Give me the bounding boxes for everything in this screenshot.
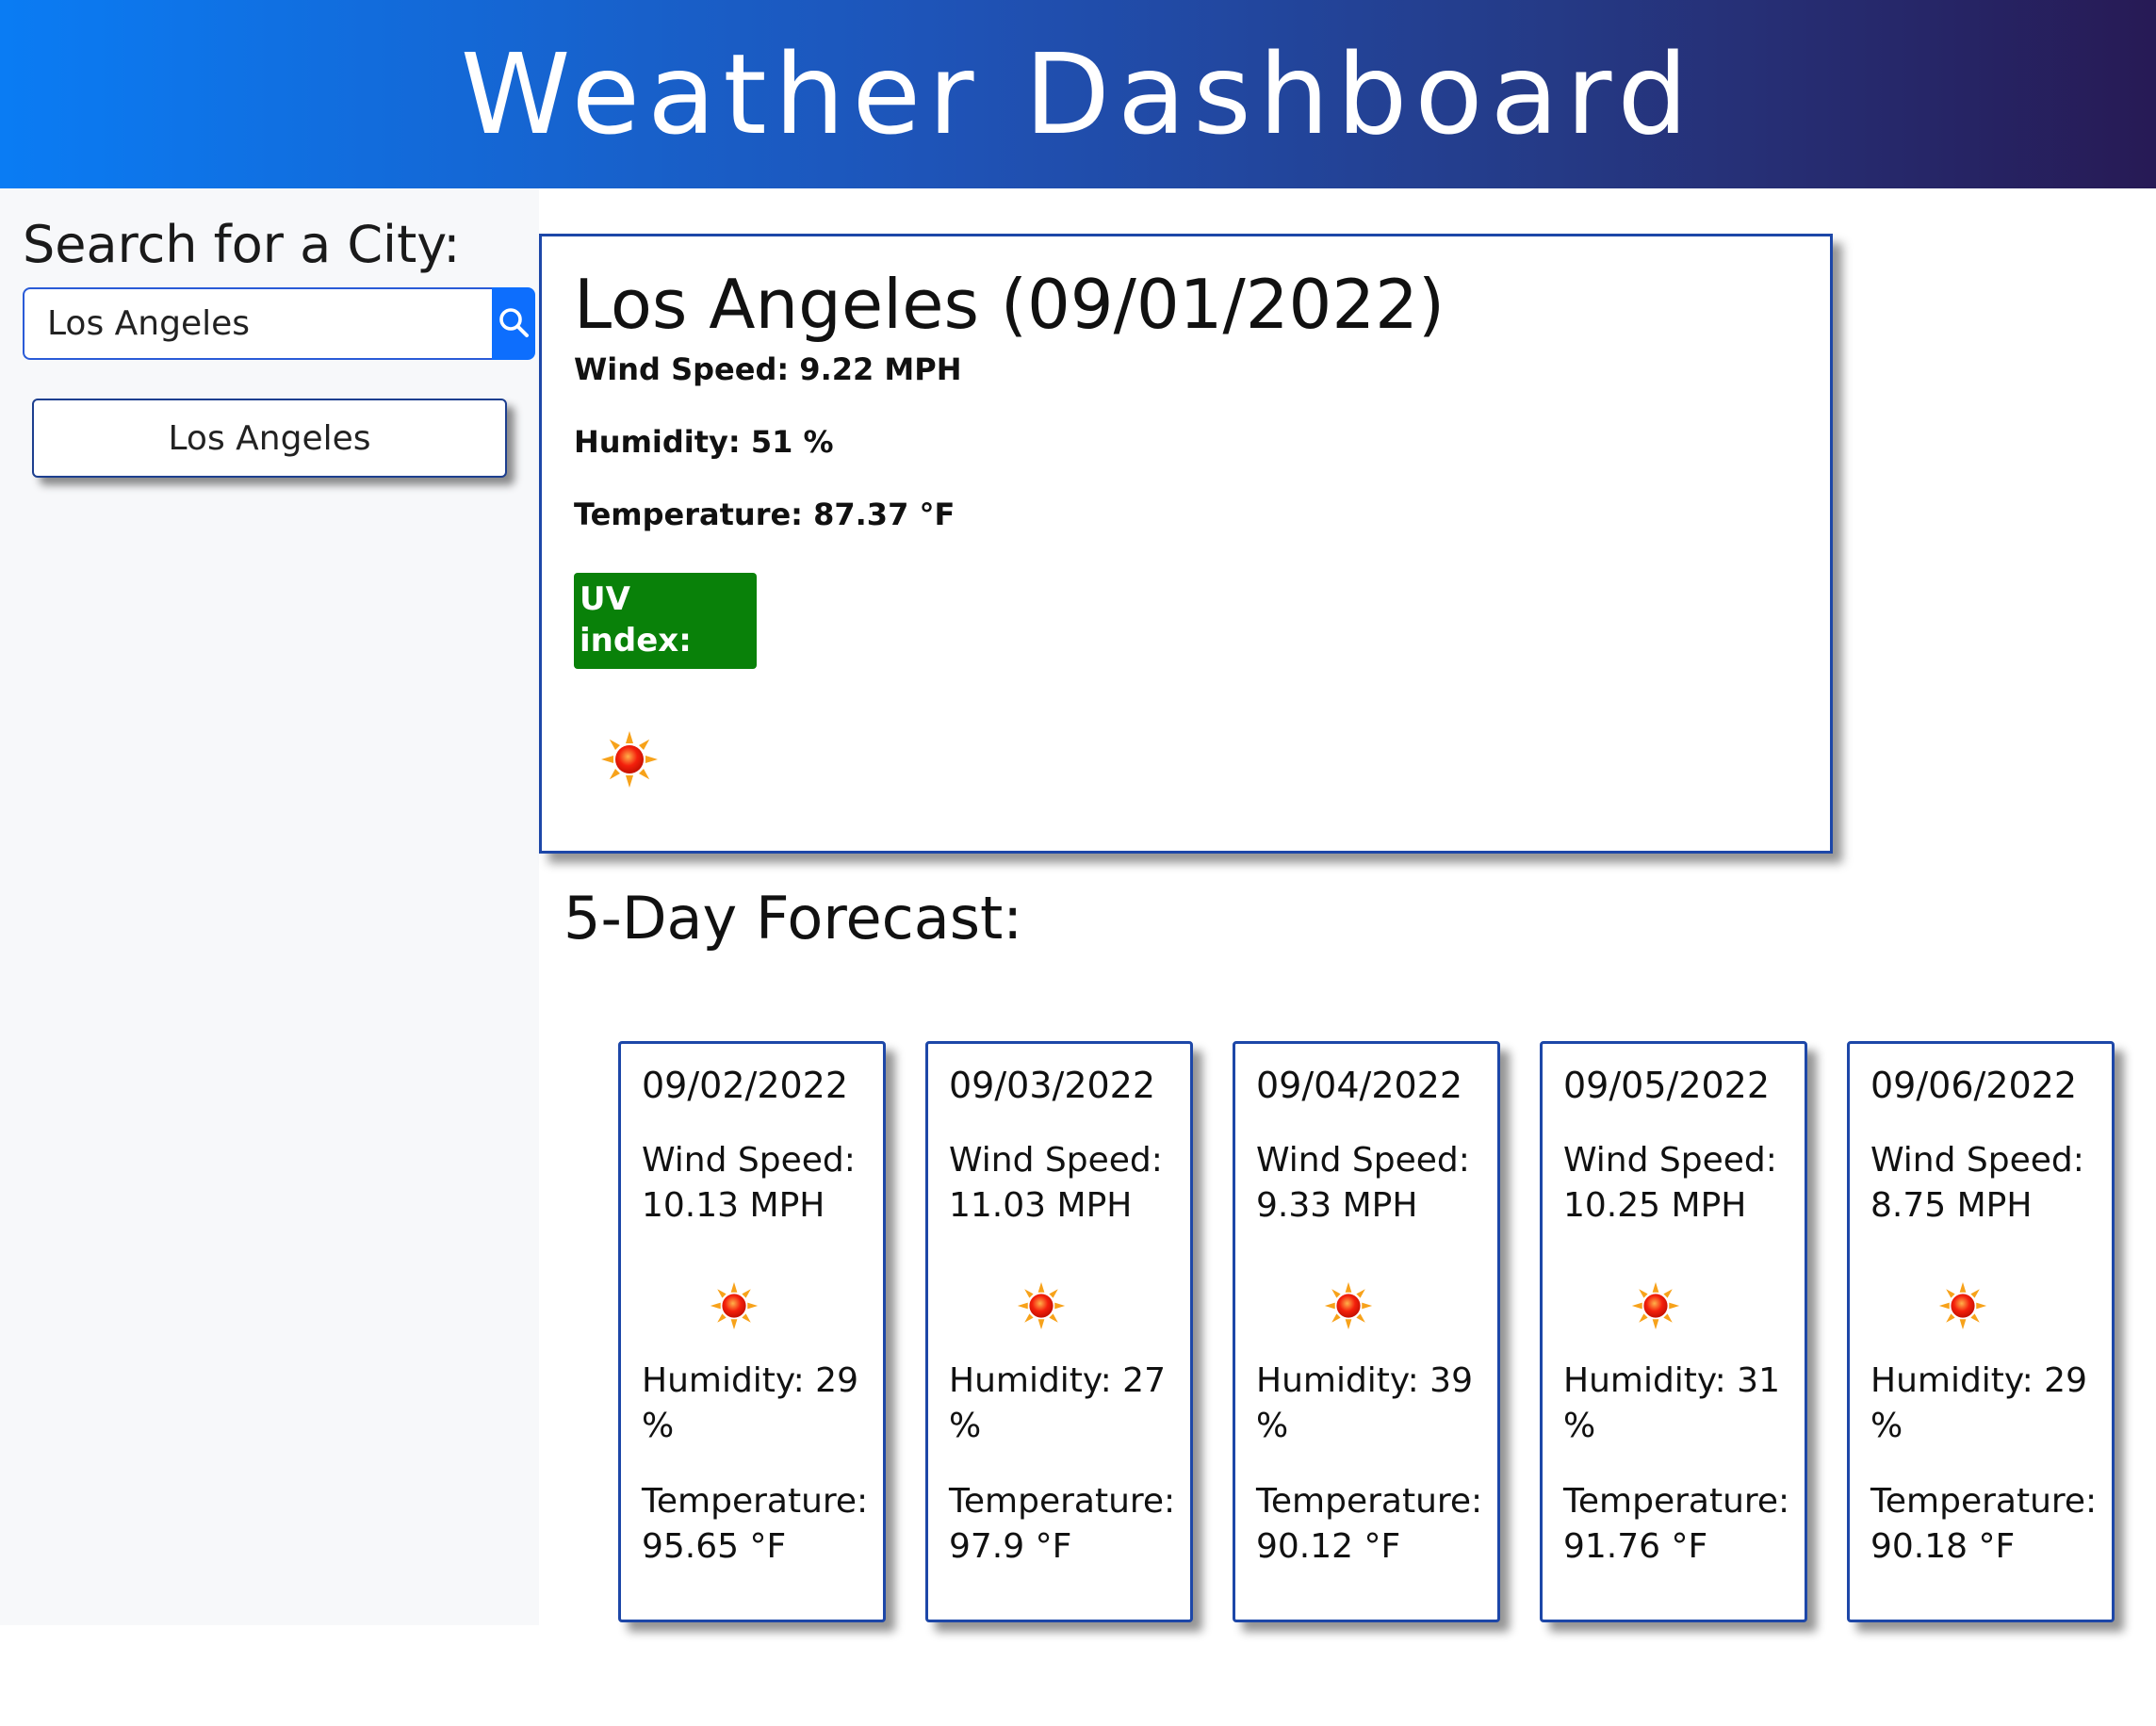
forecast-temperature: Temperature: 90.18 °F [1870,1482,2098,1566]
forecast-humidity: Humidity: 27 % [949,1361,1166,1445]
sidebar: Search for a City: Los Angeles [0,188,539,1625]
forecast-date: 09/02/2022 [642,1065,849,1106]
forecast-date: 09/03/2022 [949,1065,1156,1106]
sun-icon [1017,1281,1066,1339]
forecast-date: 09/04/2022 [1256,1065,1463,1106]
forecast-wind-speed: Wind Speed: 10.25 MPH [1563,1141,1777,1225]
sun-icon [710,1281,759,1339]
forecast-wind-speed: Wind Speed: 8.75 MPH [1870,1141,2084,1225]
current-weather-card: Los Angeles (09/01/2022) Wind Speed: 9.2… [539,234,1833,854]
uv-index-value: 0 [580,663,602,701]
search-icon [498,306,530,341]
forecast-wind-speed: Wind Speed: 10.13 MPH [642,1141,856,1225]
forecast-row: 09/02/2022 Wind Speed: 10.13 MPH Humidit… [618,1041,2135,1625]
history-button-los-angeles[interactable]: Los Angeles [32,399,507,478]
forecast-card: 09/06/2022 Wind Speed: 8.75 MPH Humidity… [1847,1041,2115,1622]
forecast-card: 09/02/2022 Wind Speed: 10.13 MPH Humidit… [618,1041,886,1622]
uv-index-badge: UV index: 0 [574,573,757,701]
app-header: Weather Dashboard [0,0,2156,188]
forecast-card: 09/04/2022 Wind Speed: 9.33 MPH Humidity… [1233,1041,1500,1622]
sun-icon [1324,1281,1373,1339]
forecast-humidity: Humidity: 39 % [1256,1361,1473,1445]
sun-icon [1938,1281,1987,1339]
search-title: Search for a City: [23,215,461,274]
forecast-date: 09/05/2022 [1563,1065,1771,1106]
uv-index-label: UV index: [580,580,692,659]
forecast-humidity: Humidity: 31 % [1563,1361,1780,1445]
search-group [23,287,535,360]
current-wind-speed: Wind Speed: 9.22 MPH [574,351,962,387]
forecast-temperature: Temperature: 97.9 °F [949,1482,1176,1566]
current-city-heading: Los Angeles (09/01/2022) [574,265,1446,344]
page-title: Weather Dashboard [460,29,1696,159]
forecast-wind-speed: Wind Speed: 11.03 MPH [949,1141,1163,1225]
forecast-date: 09/06/2022 [1870,1065,2078,1106]
forecast-title: 5-Day Forecast: [564,884,1023,953]
city-search-input[interactable] [23,287,492,360]
sun-icon [1631,1281,1680,1339]
forecast-card: 09/03/2022 Wind Speed: 11.03 MPH Humidit… [925,1041,1193,1622]
forecast-card: 09/05/2022 Wind Speed: 10.25 MPH Humidit… [1540,1041,1807,1622]
current-humidity: Humidity: 51 % [574,424,834,460]
current-temperature: Temperature: 87.37 °F [574,497,956,532]
forecast-wind-speed: Wind Speed: 9.33 MPH [1256,1141,1470,1225]
forecast-temperature: Temperature: 90.12 °F [1256,1482,1483,1566]
forecast-temperature: Temperature: 95.65 °F [642,1482,869,1566]
search-button[interactable] [492,287,535,360]
forecast-humidity: Humidity: 29 % [642,1361,858,1445]
forecast-humidity: Humidity: 29 % [1870,1361,2087,1445]
sun-icon [600,730,659,792]
forecast-temperature: Temperature: 91.76 °F [1563,1482,1790,1566]
